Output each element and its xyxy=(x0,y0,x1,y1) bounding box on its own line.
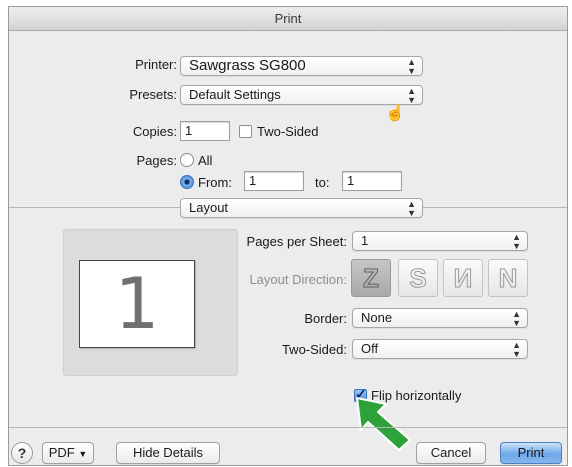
presets-label: Presets: xyxy=(129,87,177,102)
z-order-icon: Z xyxy=(363,263,380,294)
pages-per-sheet-label: Pages per Sheet: xyxy=(246,234,347,249)
section-value: Layout xyxy=(189,200,229,215)
pages-to-field[interactable]: 1 xyxy=(342,171,402,191)
printer-popup[interactable]: Sawgrass SG800 ▲ ▼ xyxy=(180,56,423,76)
s-order-icon: S xyxy=(409,263,427,294)
layout-direction-label: Layout Direction: xyxy=(249,272,347,287)
n-order-icon: N xyxy=(498,263,518,294)
pdf-label: PDF xyxy=(48,445,75,460)
pages-from-radio[interactable] xyxy=(180,175,194,189)
preview-page: 1 xyxy=(79,260,195,348)
green-arrow-icon xyxy=(356,397,411,451)
pages-all-radio[interactable] xyxy=(180,153,194,167)
pdf-menu-button[interactable]: PDF ▼ xyxy=(42,442,94,464)
copies-field[interactable]: 1 xyxy=(180,121,230,141)
help-button[interactable]: ? xyxy=(11,442,33,464)
direction-z-button[interactable]: Z xyxy=(351,259,391,297)
border-value: None xyxy=(361,310,393,325)
direction-reverse-n-button[interactable]: И xyxy=(443,259,483,297)
popup-arrows-icon: ▲ ▼ xyxy=(407,86,416,105)
direction-n-button[interactable]: N xyxy=(488,259,528,297)
two-sided-label: Two-Sided xyxy=(257,124,319,139)
printer-label: Printer: xyxy=(135,57,177,72)
popup-arrows-icon: ▲ ▼ xyxy=(512,232,521,251)
footer-separator xyxy=(9,427,567,428)
print-button[interactable]: Print xyxy=(500,442,562,464)
layout-two-sided-value: Off xyxy=(361,341,379,356)
two-sided-checkbox[interactable] xyxy=(239,125,252,138)
presets-popup[interactable]: Default Settings ▲ ▼ xyxy=(180,85,423,105)
popup-arrows-icon: ▲ ▼ xyxy=(512,340,521,359)
popup-arrows-icon: ▲ ▼ xyxy=(407,199,416,218)
cancel-button[interactable]: Cancel xyxy=(416,442,486,464)
pages-label: Pages: xyxy=(136,153,177,168)
pages-per-sheet-popup[interactable]: 1 ▲ ▼ xyxy=(352,231,528,251)
layout-two-sided-popup[interactable]: Off ▲ ▼ xyxy=(352,339,528,359)
pages-to-label: to: xyxy=(315,175,330,190)
page-preview: 1 xyxy=(63,229,238,376)
printer-value: Sawgrass SG800 xyxy=(189,57,306,74)
pages-per-sheet-value: 1 xyxy=(361,233,369,248)
pages-from-label: From: xyxy=(198,175,232,190)
layout-two-sided-label: Two-Sided: xyxy=(281,342,347,357)
section-popup[interactable]: Layout ▲ ▼ xyxy=(180,198,423,218)
popup-arrows-icon: ▲ ▼ xyxy=(407,57,416,76)
chevron-down-icon: ▼ xyxy=(78,449,88,459)
hand-cursor-icon: ☝ xyxy=(385,105,405,122)
n-reverse-order-icon: И xyxy=(453,263,473,294)
pages-from-field[interactable]: 1 xyxy=(244,171,304,191)
direction-s-button[interactable]: S xyxy=(398,259,438,297)
print-dialog: Print Printer: Sawgrass SG800 ▲ ▼ Presets… xyxy=(8,6,568,466)
window-title: Print xyxy=(9,7,567,31)
border-popup[interactable]: None ▲ ▼ xyxy=(352,308,528,328)
hide-details-button[interactable]: Hide Details xyxy=(116,442,220,464)
preview-page-number: 1 xyxy=(114,263,160,345)
popup-arrows-icon: ▲ ▼ xyxy=(512,309,521,328)
border-label: Border: xyxy=(304,311,347,326)
pages-all-label: All xyxy=(198,153,213,168)
presets-value: Default Settings xyxy=(189,87,281,102)
copies-label: Copies: xyxy=(132,124,177,139)
